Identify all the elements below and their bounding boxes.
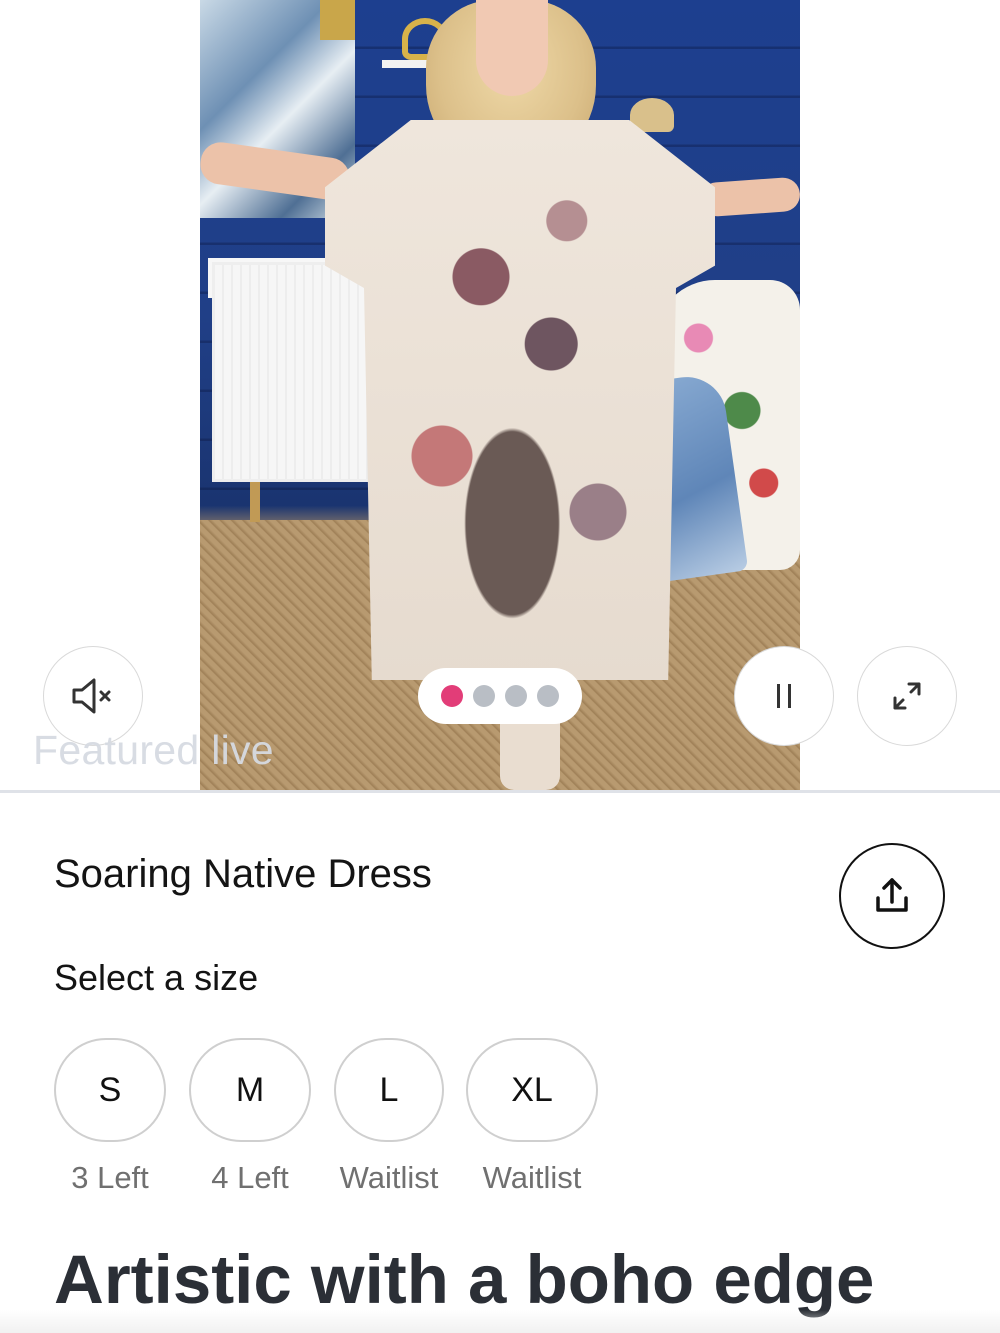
carousel-dot-3[interactable]: [505, 685, 527, 707]
product-title: Soaring Native Dress: [54, 852, 432, 896]
speaker-muted-icon: [72, 678, 111, 714]
pause-button[interactable]: [734, 646, 834, 746]
fullscreen-button[interactable]: [857, 646, 957, 746]
bottom-fade: [0, 1310, 1000, 1333]
section-divider: [0, 790, 1000, 793]
expand-arrows-icon: [893, 682, 921, 710]
wall-painting-frame: [320, 0, 355, 40]
pause-icon: [777, 684, 791, 708]
size-stock-m: 4 Left: [211, 1160, 289, 1195]
size-option-l[interactable]: L: [334, 1038, 444, 1142]
share-upload-icon: [876, 878, 908, 912]
carousel-dot-4[interactable]: [537, 685, 559, 707]
size-stock-l: Waitlist: [339, 1160, 439, 1195]
size-option-xl[interactable]: XL: [466, 1038, 598, 1142]
model-face: [476, 0, 548, 96]
printed-dress: [325, 120, 715, 680]
size-stock-xl: Waitlist: [482, 1160, 582, 1195]
size-stock-s: 3 Left: [71, 1160, 149, 1195]
carousel-dot-2[interactable]: [473, 685, 495, 707]
share-button[interactable]: [839, 843, 945, 949]
product-tagline: Artistic with a boho edge: [54, 1241, 875, 1318]
size-option-m[interactable]: M: [189, 1038, 311, 1142]
video-player[interactable]: Featured live: [0, 0, 1000, 792]
carousel-indicator: [418, 668, 582, 724]
carousel-dot-1[interactable]: [441, 685, 463, 707]
featured-live-label: Featured live: [33, 727, 274, 773]
size-option-s[interactable]: S: [54, 1038, 166, 1142]
cabinet-leg: [250, 482, 260, 522]
size-selector-heading: Select a size: [54, 957, 259, 998]
